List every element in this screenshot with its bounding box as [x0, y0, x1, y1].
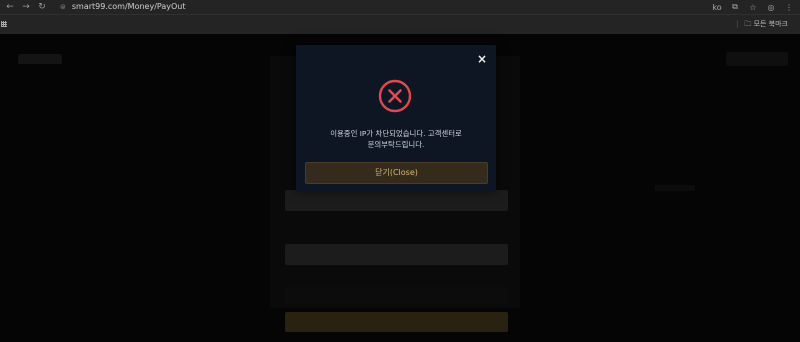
modal-message-line2: 문의부탁드립니다.	[367, 140, 425, 149]
apps-grid-icon[interactable]	[1, 21, 7, 27]
close-icon[interactable]: ×	[477, 53, 487, 65]
reload-icon[interactable]: ↻	[34, 2, 50, 12]
modal-message-line1: 이용중인 IP가 차단되었습니다. 고객센터로	[330, 129, 462, 138]
bookmarks-divider: |	[735, 20, 739, 28]
extensions-icon[interactable]: ⧉	[728, 2, 742, 12]
url-text: smart99.com/Money/PayOut	[71, 2, 186, 11]
all-bookmarks-label: 모든 북마크	[753, 20, 788, 28]
modal-close-button[interactable]: 닫기(Close)	[305, 162, 488, 184]
error-circle-x-icon	[378, 79, 412, 113]
field2-input[interactable]	[285, 244, 508, 265]
side-placeholder	[655, 185, 695, 191]
browser-toolbar-icons: ko ⧉ ☆ ◎ ⋮	[710, 0, 796, 14]
header-button[interactable]	[726, 52, 788, 66]
all-bookmarks-button[interactable]: | 🗀 모든 북마크	[736, 19, 788, 31]
browser-chrome: ← → ↻ ⊜ smart99.com/Money/PayOut ko ⧉ ☆ ◎…	[0, 0, 800, 34]
back-icon[interactable]: ←	[2, 2, 18, 12]
field1-input[interactable]	[285, 190, 508, 211]
bookmarks-bar: | 🗀 모든 북마크	[0, 14, 800, 35]
browser-nav: ← → ↻	[2, 0, 50, 14]
submit-button[interactable]	[285, 312, 508, 332]
profile-icon[interactable]: ◎	[764, 3, 778, 12]
bookmark-star-icon[interactable]: ☆	[746, 3, 760, 12]
address-bar[interactable]: ⊜ smart99.com/Money/PayOut	[60, 0, 186, 14]
ip-blocked-modal: × 이용중인 IP가 차단되었습니다. 고객센터로 문의부탁드립니다. 닫기(C…	[296, 45, 496, 191]
translate-icon[interactable]: ko	[710, 3, 724, 12]
folder-icon: 🗀	[744, 20, 752, 28]
site-info-icon[interactable]: ⊜	[60, 3, 66, 11]
form-row	[285, 287, 508, 304]
site-logo[interactable]	[18, 54, 62, 64]
forward-icon[interactable]: →	[18, 2, 34, 12]
menu-icon[interactable]: ⋮	[782, 3, 796, 12]
